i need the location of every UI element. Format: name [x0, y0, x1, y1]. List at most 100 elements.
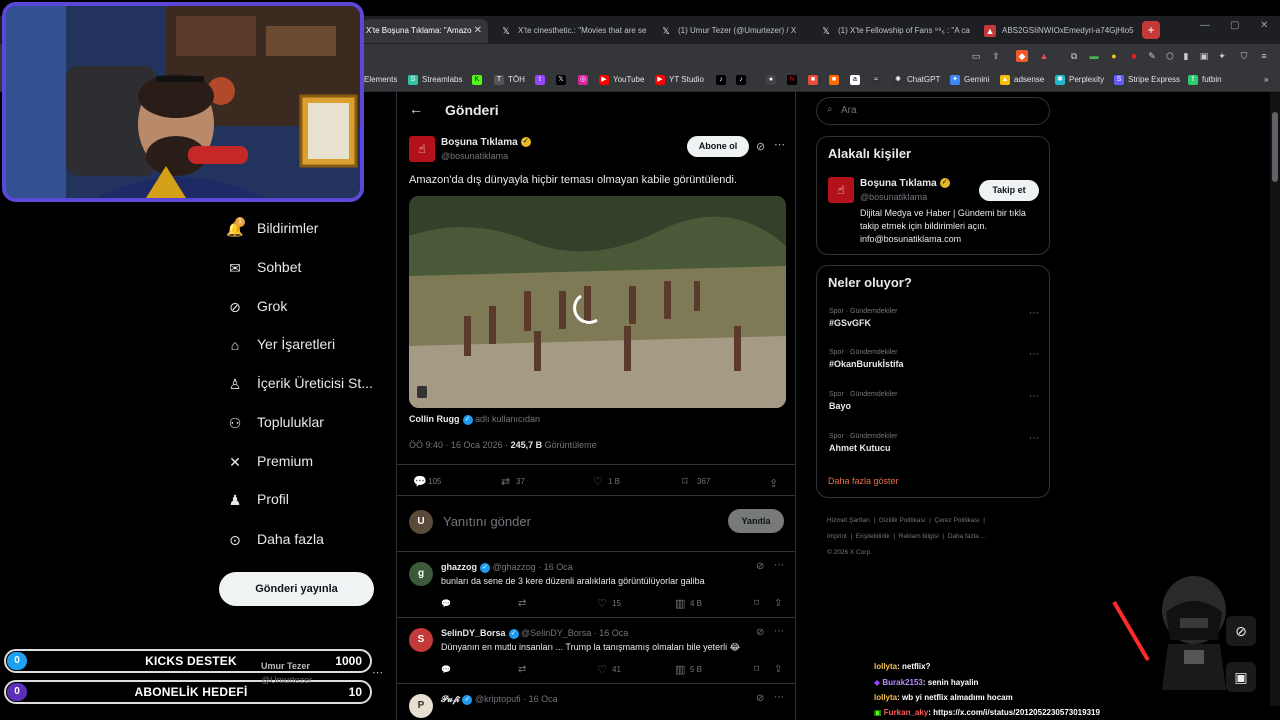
post-handle[interactable]: @bosunatiklama [441, 151, 508, 161]
share-icon[interactable]: ⇪ [774, 598, 782, 609]
bookmark-icon[interactable]: ⌑ [754, 598, 759, 609]
avatar[interactable]: ☝ [828, 177, 854, 203]
views-button[interactable]: ▥ 5 B [675, 664, 702, 676]
extension-icon[interactable]: ⧉ [1068, 50, 1080, 62]
more-options-icon[interactable]: ⋯ [372, 666, 383, 679]
like-button[interactable]: ♡ 41 [597, 664, 621, 676]
extension-icon[interactable]: ■ [1128, 50, 1140, 62]
share-icon[interactable]: ⇪ [990, 50, 1002, 62]
bookmark[interactable]: T TÖH [494, 73, 525, 87]
avatar[interactable]: ☝ [409, 136, 435, 162]
views-button[interactable]: ▥ 4 B [675, 598, 702, 610]
more-options-icon[interactable]: ⋯ [774, 560, 784, 571]
share-button[interactable]: ⇪ [769, 477, 778, 490]
footer-link[interactable]: Imprint [827, 533, 847, 540]
grok-icon[interactable]: ⊘ [756, 140, 765, 153]
comment-icon[interactable]: 💬 [441, 665, 451, 674]
nav-bookmarks[interactable]: ⌂ Yer İşaretleri [226, 330, 335, 358]
tab-active[interactable]: X'te Boşuna Tıklama: "Amazo ✕ [362, 19, 488, 43]
bookmark-icon[interactable]: ■ [808, 73, 822, 87]
back-arrow-icon[interactable]: ← [409, 101, 423, 117]
footer-link[interactable]: Çerez Politikası [934, 517, 979, 524]
tiktok-icon[interactable]: ♪ [736, 73, 750, 87]
menu-icon[interactable]: ≡ [1258, 50, 1270, 62]
netflix-icon[interactable]: N [787, 73, 801, 87]
bookmark[interactable]: ▶ YouTube [599, 73, 644, 87]
new-tab-button[interactable]: + [1142, 21, 1160, 39]
post-author[interactable]: Boşuna Tıklama ✓ [441, 137, 531, 148]
chevron-right-icon[interactable]: » [1250, 73, 1268, 87]
post-button[interactable]: Gönderi yayınla [219, 572, 374, 606]
nav-profile[interactable]: ♟ Profil [226, 485, 289, 513]
grok-icon[interactable]: ⊘ [756, 693, 764, 704]
bookmark[interactable]: f futbin [1188, 73, 1222, 87]
bookmark[interactable]: ▲ adsense [1000, 73, 1044, 87]
more-options-icon[interactable]: ⋯ [1029, 433, 1039, 444]
bookmark[interactable]: ✦ Gemini [950, 73, 989, 87]
footer-link[interactable]: Gizlilik Politikası [879, 517, 926, 524]
related-name[interactable]: Boşuna Tıklama ✓ [860, 178, 950, 189]
more-options-icon[interactable]: ⋯ [774, 692, 784, 703]
more-options-icon[interactable]: ⋯ [774, 138, 785, 151]
nav-notifications[interactable]: 🔔 Bildirimler 1 [226, 214, 318, 242]
bookmark[interactable]: ✺ ChatGPT [893, 73, 940, 87]
tab[interactable]: 𝕏 (1) X'te Fellowship of Fans ⁹⁹₆ : "A c… [812, 19, 972, 43]
comment-icon[interactable]: 💬 [441, 599, 451, 608]
reply-button[interactable]: 💬 105 [413, 476, 441, 488]
bookmark-icon[interactable]: ■ [829, 73, 843, 87]
follow-button[interactable]: Takip et [979, 180, 1039, 201]
bookmark[interactable]: S Stripe Express [1114, 73, 1180, 87]
search-input[interactable]: Ara [841, 105, 857, 116]
close-window-icon[interactable]: ✕ [1260, 20, 1268, 31]
post-video[interactable] [409, 196, 786, 408]
reply-item[interactable]: S SelinDY_Borsa ✓ @SelinDY_Borsa · 16 Oca… [397, 618, 795, 684]
footer-link[interactable]: Daha fazla ... [948, 533, 986, 540]
footer-link[interactable]: Hizmet Şartları [827, 517, 870, 524]
footer-link[interactable]: Erişilebilirlik [856, 533, 890, 540]
bookmark-button[interactable]: ⌑ 367 [682, 476, 710, 488]
nav-premium[interactable]: ✕ Premium [226, 447, 313, 475]
amazon-icon[interactable]: a [850, 73, 864, 87]
grok-icon[interactable]: ⊘ [756, 561, 764, 572]
page-scrollbar[interactable] [1270, 92, 1280, 706]
scrollbar-thumb[interactable] [1272, 112, 1278, 182]
bookmark-icon[interactable]: ≈ [871, 73, 885, 87]
account-name[interactable]: Umur Tezer [261, 661, 310, 671]
overlay-action-button[interactable]: ⊘ [1226, 616, 1256, 646]
subscribe-button[interactable]: Abone ol [687, 136, 749, 157]
bookmark-icon[interactable]: ⌑ [754, 664, 759, 675]
extension-icon[interactable]: ✦ [1216, 50, 1228, 62]
maximize-icon[interactable]: ▢ [1230, 20, 1239, 31]
bookmark[interactable]: ✱ Perplexity [1055, 73, 1104, 87]
x-logo-icon[interactable]: 𝕏 [556, 73, 570, 87]
more-options-icon[interactable]: ⋯ [1029, 349, 1039, 360]
search-box[interactable]: ⌕ Ara [816, 97, 1050, 125]
nav-chat[interactable]: ✉ Sohbet [226, 253, 301, 281]
extension-icon[interactable]: ✎ [1146, 50, 1158, 62]
more-options-icon[interactable]: ⋯ [1029, 308, 1039, 319]
more-options-icon[interactable]: ⋯ [774, 626, 784, 637]
extension-icon[interactable]: ⬡ [1164, 50, 1176, 62]
grok-icon[interactable]: ⊘ [756, 627, 764, 638]
tab[interactable]: 𝕏 (1) Umur Tezer (@Umurtezer) / X [652, 19, 808, 43]
trend-item[interactable]: Spor · Gündemdekiler #OkanBurukİstifa ⋯ [829, 349, 1039, 369]
avatar[interactable]: g [409, 562, 433, 586]
brave-shield-icon[interactable]: ◆ [1016, 50, 1028, 62]
show-more-link[interactable]: Daha fazla göster [828, 476, 899, 486]
twitch-icon[interactable]: t [535, 73, 549, 87]
avatar[interactable]: S [409, 628, 433, 652]
wallet-icon[interactable]: ▣ [1198, 50, 1210, 62]
nav-communities[interactable]: ⚇ Topluluklar [226, 408, 324, 436]
tab[interactable]: ▲ ABS2GSIiNWIOxEmedyri-a74GjHlo5 [976, 19, 1136, 43]
bookmark-icon[interactable]: ● [766, 73, 780, 87]
nav-more[interactable]: ⊙ Daha fazla [226, 525, 324, 553]
repost-icon[interactable]: ⇄ [518, 664, 526, 675]
video-credit[interactable]: Collin Rugg ✓ adlı kullanıcıdan [409, 414, 540, 425]
like-button[interactable]: ♡ 1 B [593, 476, 620, 488]
reply-item[interactable]: g ghazzog ✓ @ghazzog · 16 Oca ⊘ ⋯ bunları… [397, 552, 795, 618]
bookmark[interactable]: S Streamlabs [408, 73, 462, 87]
vpn-icon[interactable]: ⛉ [1238, 50, 1250, 62]
reply-item[interactable]: P 𝒫𝓊𝒻𝒾 ✓ @kriptopufi · 16 Oca ⊘ ⋯ [397, 684, 795, 720]
close-icon[interactable]: ✕ [474, 19, 482, 43]
trend-item[interactable]: Spor · Gündemdekiler Ahmet Kutucu ⋯ [829, 433, 1039, 453]
